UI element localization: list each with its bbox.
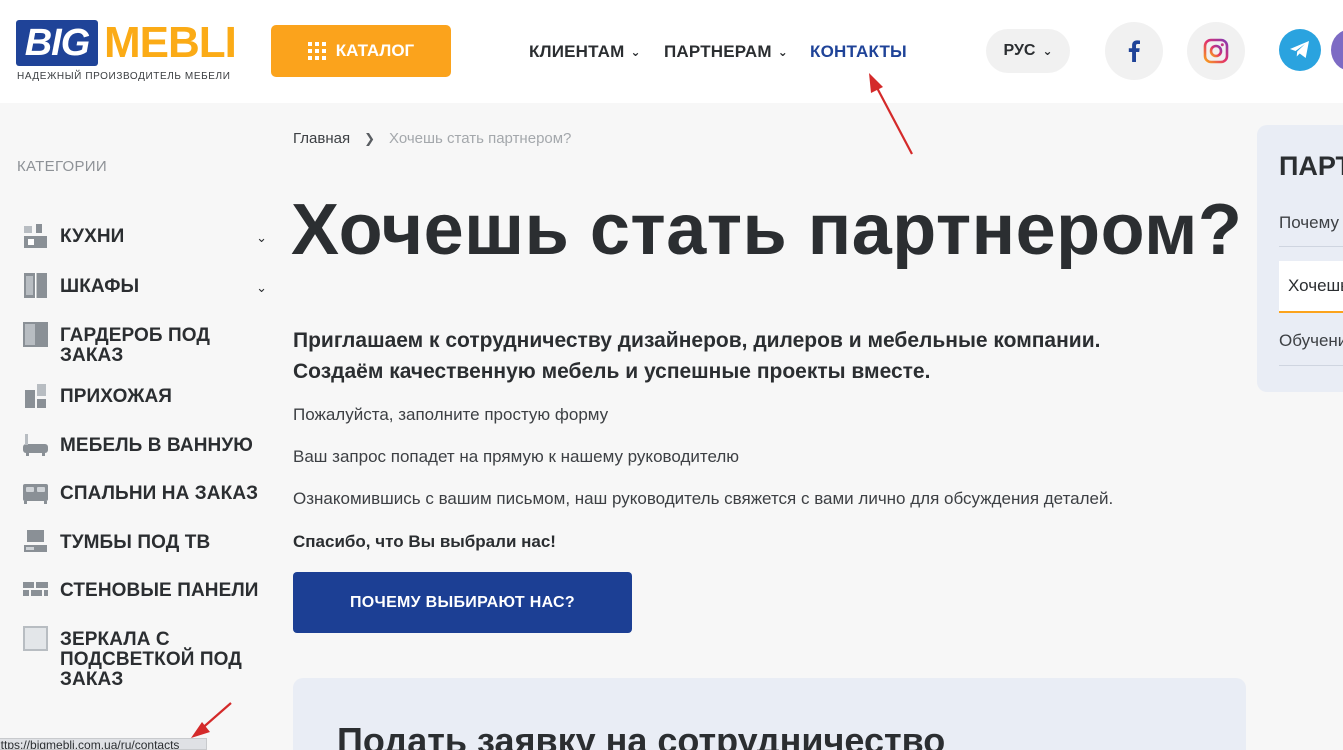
bathtub-icon [23,434,48,456]
chevron-down-icon[interactable]: ⌄ [256,230,267,246]
breadcrumb: Главная ❯ Хочешь стать партнером? [293,130,571,147]
logo-mebli-text: MEBLI [104,18,237,67]
category-label: КУХНИ [60,226,125,247]
chevron-down-icon: ⌄ [777,45,788,59]
language-label: РУС [1003,42,1036,59]
form-title: Подать заявку на сотрудничество [337,720,946,750]
wardrobe-icon [24,273,47,298]
facebook-icon [1128,40,1140,62]
chevron-down-icon: ⌄ [630,45,641,59]
category-label: ГАРДЕРОБ ПОД ЗАКАЗ [60,325,211,366]
category-label: ЗЕРКАЛА С ПОДСВЕТКОЙ ПОД ЗАКАЗ [60,629,242,690]
side-menu-title: ПАРТНЕРАМ [1279,151,1343,181]
kitchen-icon [24,224,47,248]
telegram-icon [1290,41,1309,58]
chevron-down-icon: ⌄ [1042,44,1053,58]
category-bathroom[interactable]: МЕБЕЛЬ В ВАННУЮ [22,431,277,458]
divider [1279,246,1343,247]
nav-clients-label: КЛИЕНТАМ [529,42,625,61]
categories-title: КАТЕГОРИИ [17,158,107,175]
category-kitchens[interactable]: КУХНИ ⌄ [22,222,277,249]
chevron-right-icon: ❯ [364,130,375,146]
site-header: BIG MEBLI НАДЕЖНЫЙ ПРОИЗВОДИТЕЛЬ МЕБЕЛИ … [0,0,1343,103]
category-label: ПРИХОЖАЯ [60,386,173,407]
paragraph-3: Ознакомившись с вашим письмом, наш руков… [293,489,1114,508]
nav-partners[interactable]: ПАРТНЕРАМ ⌄ [664,40,788,64]
browser-status-url: https://bigmebli.com.ua/ru/contacts [0,738,207,750]
category-tv-stands[interactable]: ТУМБЫ ПОД ТВ [22,528,277,555]
grid-icon [307,42,326,60]
category-label: СТЕНОВЫЕ ПАНЕЛИ [60,580,259,601]
tv-stand-icon [24,530,47,552]
dressing-room-icon [23,322,48,347]
facebook-link[interactable] [1105,22,1163,80]
category-label: ШКАФЫ [60,276,140,297]
category-wall-panels[interactable]: СТЕНОВЫЕ ПАНЕЛИ [22,576,277,603]
breadcrumb-current: Хочешь стать партнером? [389,130,572,147]
nav-contacts-label: КОНТАКТЫ [810,42,907,61]
instagram-link[interactable] [1187,22,1245,80]
nav-contacts[interactable]: КОНТАКТЫ [810,40,907,64]
wall-panels-icon [23,582,48,596]
paragraph-1: Пожалуйста, заполните простую форму [293,405,609,424]
language-selector[interactable]: РУС ⌄ [986,29,1070,73]
nav-partners-label: ПАРТНЕРАМ [664,42,772,61]
category-label: МЕБЕЛЬ В ВАННУЮ [60,435,253,456]
category-label: СПАЛЬНИ НА ЗАКАЗ [60,483,259,504]
instagram-icon [1203,38,1229,64]
mirror-icon [23,626,48,651]
why-choose-us-button[interactable]: ПОЧЕМУ ВЫБИРАЮТ НАС? [293,572,632,633]
side-menu-link-why[interactable]: Почему выбирают нас? [1279,213,1343,233]
hallway-icon [25,384,46,408]
lead-line-2: Создаём качественную мебель и успешные п… [293,360,931,383]
bed-icon [23,484,48,504]
lead-text: Приглашаем к сотрудничеству дизайнеров, … [293,325,1173,387]
category-mirrors[interactable]: ЗЕРКАЛА С ПОДСВЕТКОЙ ПОД ЗАКАЗ [22,625,277,690]
side-menu-active-label: Хочешь стать партнером? [1288,276,1343,295]
chevron-down-icon[interactable]: ⌄ [256,280,267,296]
partnership-form-section: Подать заявку на сотрудничество [293,678,1246,750]
category-wardrobes[interactable]: ШКАФЫ ⌄ [22,272,277,299]
side-menu-link-partner-active[interactable]: Хочешь стать партнером? [1279,261,1343,313]
viber-link[interactable] [1331,29,1343,71]
catalog-button[interactable]: КАТАЛОГ [271,25,451,77]
category-dressing-room[interactable]: ГАРДЕРОБ ПОД ЗАКАЗ [22,321,277,366]
breadcrumb-home[interactable]: Главная [293,130,350,147]
category-label: ТУМБЫ ПОД ТВ [60,532,211,553]
divider [1279,365,1343,366]
nav-clients[interactable]: КЛИЕНТАМ ⌄ [529,40,641,64]
category-bedrooms[interactable]: СПАЛЬНИ НА ЗАКАЗ [22,479,277,506]
logo-tagline: НАДЕЖНЫЙ ПРОИЗВОДИТЕЛЬ МЕБЕЛИ [17,71,231,82]
partners-side-menu: ПАРТНЕРАМ Почему выбирают нас? Хочешь ст… [1257,125,1343,392]
page-title: Хочешь стать партнером? [291,190,1243,270]
lead-line-1: Приглашаем к сотрудничеству дизайнеров, … [293,329,1101,352]
telegram-link[interactable] [1279,29,1321,71]
side-menu-link-training[interactable]: Обучение [1279,331,1343,351]
logo-big-text: BIG [16,20,98,66]
thanks-text: Спасибо, что Вы выбрали нас! [293,532,556,551]
catalog-button-label: КАТАЛОГ [335,41,415,60]
paragraph-2: Ваш запрос попадет на прямую к нашему ру… [293,447,740,466]
annotation-arrow-statusbar [191,702,232,738]
site-logo[interactable]: BIG MEBLI НАДЕЖНЫЙ ПРОИЗВОДИТЕЛЬ МЕБЕЛИ [16,18,241,86]
category-hallway[interactable]: ПРИХОЖАЯ [22,382,277,409]
